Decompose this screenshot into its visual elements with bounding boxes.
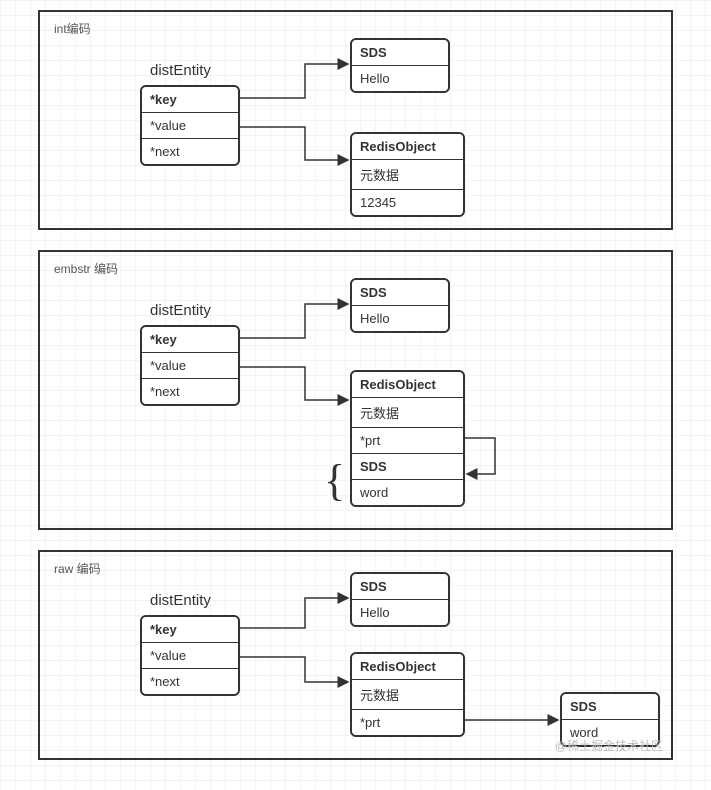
sds-box: SDS Hello — [350, 38, 450, 93]
dist-entity-box: *key *value *next — [140, 615, 240, 696]
entity-key-row: *key — [142, 87, 238, 113]
obj-prt-row: *prt — [352, 710, 463, 735]
obj-prt-row: *prt — [352, 428, 463, 454]
panel-label: int编码 — [54, 20, 91, 37]
entity-next-row: *next — [142, 379, 238, 404]
redis-object-box: RedisObject 元数据 12345 — [350, 132, 465, 217]
redis-object-box: RedisObject 元数据 *prt SDS word — [350, 370, 465, 507]
entity-title: distEntity — [150, 592, 211, 609]
entity-value-row: *value — [142, 113, 238, 139]
entity-key-row: *key — [142, 327, 238, 353]
brace-icon: { — [324, 459, 345, 503]
sds-header: SDS — [352, 40, 448, 66]
redis-object-box: RedisObject 元数据 *prt — [350, 652, 465, 737]
obj-metadata-row: 元数据 — [352, 398, 463, 428]
sds-value: Hello — [352, 306, 448, 331]
panel-label: raw 编码 — [54, 560, 101, 577]
entity-title: distEntity — [150, 62, 211, 79]
obj-value-row: 12345 — [352, 190, 463, 215]
entity-next-row: *next — [142, 139, 238, 164]
sds-value: Hello — [352, 600, 448, 625]
obj-header: RedisObject — [352, 134, 463, 160]
entity-value-row: *value — [142, 643, 238, 669]
ext-sds-header: SDS — [562, 694, 658, 720]
panel-embstr-encoding: embstr 编码 distEntity *key *value *next S… — [38, 250, 673, 530]
sds-header: SDS — [352, 574, 448, 600]
sds-box: SDS Hello — [350, 572, 450, 627]
dist-entity-box: *key *value *next — [140, 325, 240, 406]
entity-key-row: *key — [142, 617, 238, 643]
entity-value-row: *value — [142, 353, 238, 379]
panel-int-encoding: int编码 distEntity *key *value *next SDS H… — [38, 10, 673, 230]
entity-title: distEntity — [150, 302, 211, 319]
sds-box: SDS Hello — [350, 278, 450, 333]
obj-sds-row: SDS — [352, 454, 463, 480]
obj-header: RedisObject — [352, 654, 463, 680]
obj-header: RedisObject — [352, 372, 463, 398]
obj-metadata-row: 元数据 — [352, 160, 463, 190]
panel-label: embstr 编码 — [54, 260, 118, 277]
obj-metadata-row: 元数据 — [352, 680, 463, 710]
entity-next-row: *next — [142, 669, 238, 694]
dist-entity-box: *key *value *next — [140, 85, 240, 166]
watermark-text: @稀土掘金技术社区 — [555, 737, 663, 754]
obj-word-row: word — [352, 480, 463, 505]
sds-header: SDS — [352, 280, 448, 306]
sds-value: Hello — [352, 66, 448, 91]
panel-raw-encoding: raw 编码 distEntity *key *value *next SDS … — [38, 550, 673, 760]
